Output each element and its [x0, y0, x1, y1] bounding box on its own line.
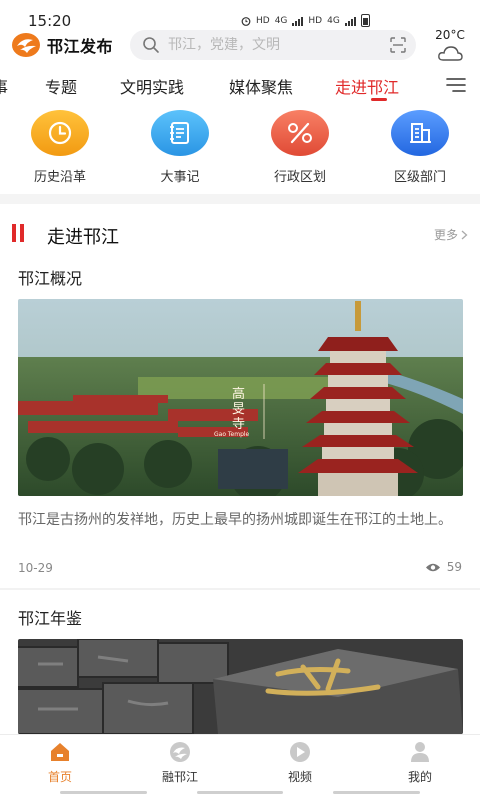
home-icon: [51, 743, 69, 761]
alarm-icon: [241, 16, 251, 26]
notebook-icon: [151, 110, 209, 156]
signal-icon: [292, 16, 304, 26]
active-tab-indicator: [371, 98, 387, 101]
tab-topics[interactable]: 专题: [45, 74, 77, 98]
menu-icon[interactable]: [445, 77, 467, 93]
article-description: 邗江是古扬州的发祥地，历史上最早的扬州城即诞生在邗江的土地上。: [18, 512, 452, 528]
entry-departments-label: 区级部门: [393, 170, 446, 185]
image-caption-en: Gao Temple: [214, 431, 250, 438]
nav-profile-label: 我的: [407, 770, 432, 784]
user-icon: [411, 742, 429, 762]
view-count: 59: [425, 560, 462, 574]
search-icon: [143, 37, 159, 53]
app-logo[interactable]: 邗江发布: [11, 31, 113, 59]
signal-icon-2: [344, 16, 356, 26]
eye-icon: [425, 563, 440, 571]
article-date: 10-29: [18, 561, 53, 575]
entry-districts[interactable]: 行政区划: [255, 110, 345, 185]
play-icon: [290, 742, 310, 762]
battery-icon: [360, 14, 370, 27]
scan-icon[interactable]: [390, 37, 406, 53]
network-label-hd-2: HD: [308, 15, 323, 26]
entry-history[interactable]: 历史沿革: [15, 110, 105, 185]
section-title: 走进邗江: [47, 227, 119, 248]
status-bar: 15:20 HD 4G HD 4G: [0, 0, 480, 30]
nav-video[interactable]: 视频: [260, 741, 340, 785]
percent-icon: [271, 110, 329, 156]
entry-departments[interactable]: 区级部门: [375, 110, 465, 185]
entry-districts-label: 行政区划: [273, 170, 326, 185]
image-caption-cn: 高旻寺: [232, 387, 246, 432]
fusion-icon: [170, 742, 190, 762]
more-link[interactable]: 更多: [434, 226, 468, 243]
cloudy-icon: [438, 46, 463, 61]
view-count-value: 59: [446, 560, 462, 574]
entry-events[interactable]: 大事记: [135, 110, 225, 185]
article-divider: [0, 588, 480, 590]
nav-home[interactable]: 首页: [20, 741, 100, 785]
gesture-bar: [60, 791, 421, 794]
network-label-4g: 4G: [274, 15, 288, 26]
article-title[interactable]: 邗江概况: [18, 265, 82, 289]
section-gap: [0, 194, 480, 204]
nav-profile[interactable]: 我的: [380, 741, 460, 785]
tab-partial[interactable]: 事: [0, 74, 8, 98]
tab-media[interactable]: 媒体聚焦: [229, 74, 293, 98]
section-header: 走进邗江 更多: [0, 214, 480, 254]
more-label: 更多: [433, 228, 458, 242]
status-icons: HD 4G HD 4G: [241, 14, 370, 27]
weather-temp: 20°C: [435, 28, 465, 42]
app-name: 邗江发布: [47, 37, 114, 56]
network-label-hd: HD: [256, 15, 270, 26]
nav-home-label: 首页: [47, 770, 72, 784]
search-input[interactable]: [168, 37, 368, 53]
nav-video-label: 视频: [287, 770, 312, 784]
search-bar[interactable]: [130, 30, 416, 60]
article-image-2[interactable]: [18, 639, 463, 734]
type-blocks-photo: [18, 639, 463, 734]
logo-icon: [12, 33, 40, 57]
weather-widget[interactable]: 20°C: [430, 28, 470, 66]
channel-tabs: 事 专题 文明实践 媒体聚焦 走进邗江: [0, 66, 480, 106]
chevron-right-icon: [461, 230, 468, 239]
app-header: 邗江发布 20°C: [0, 28, 480, 64]
tab-hanjiang[interactable]: 走进邗江: [335, 74, 399, 98]
section-marker-icon: [12, 224, 26, 242]
nav-fusion-label: 融邗江: [161, 770, 198, 784]
nav-fusion[interactable]: 融邗江: [140, 741, 220, 785]
building-icon: [391, 110, 449, 156]
network-label-4g-2: 4G: [327, 15, 340, 26]
entry-history-label: 历史沿革: [33, 170, 86, 185]
entry-events-label: 大事记: [160, 170, 200, 185]
tab-civilization[interactable]: 文明实践: [120, 74, 184, 98]
article-image[interactable]: 高旻寺 Gao Temple: [18, 299, 463, 496]
quick-entries: 历史沿革 大事记 行政区划 区级部门: [0, 108, 480, 192]
article-title-2[interactable]: 邗江年鉴: [18, 605, 82, 629]
clock-icon: [31, 110, 89, 156]
